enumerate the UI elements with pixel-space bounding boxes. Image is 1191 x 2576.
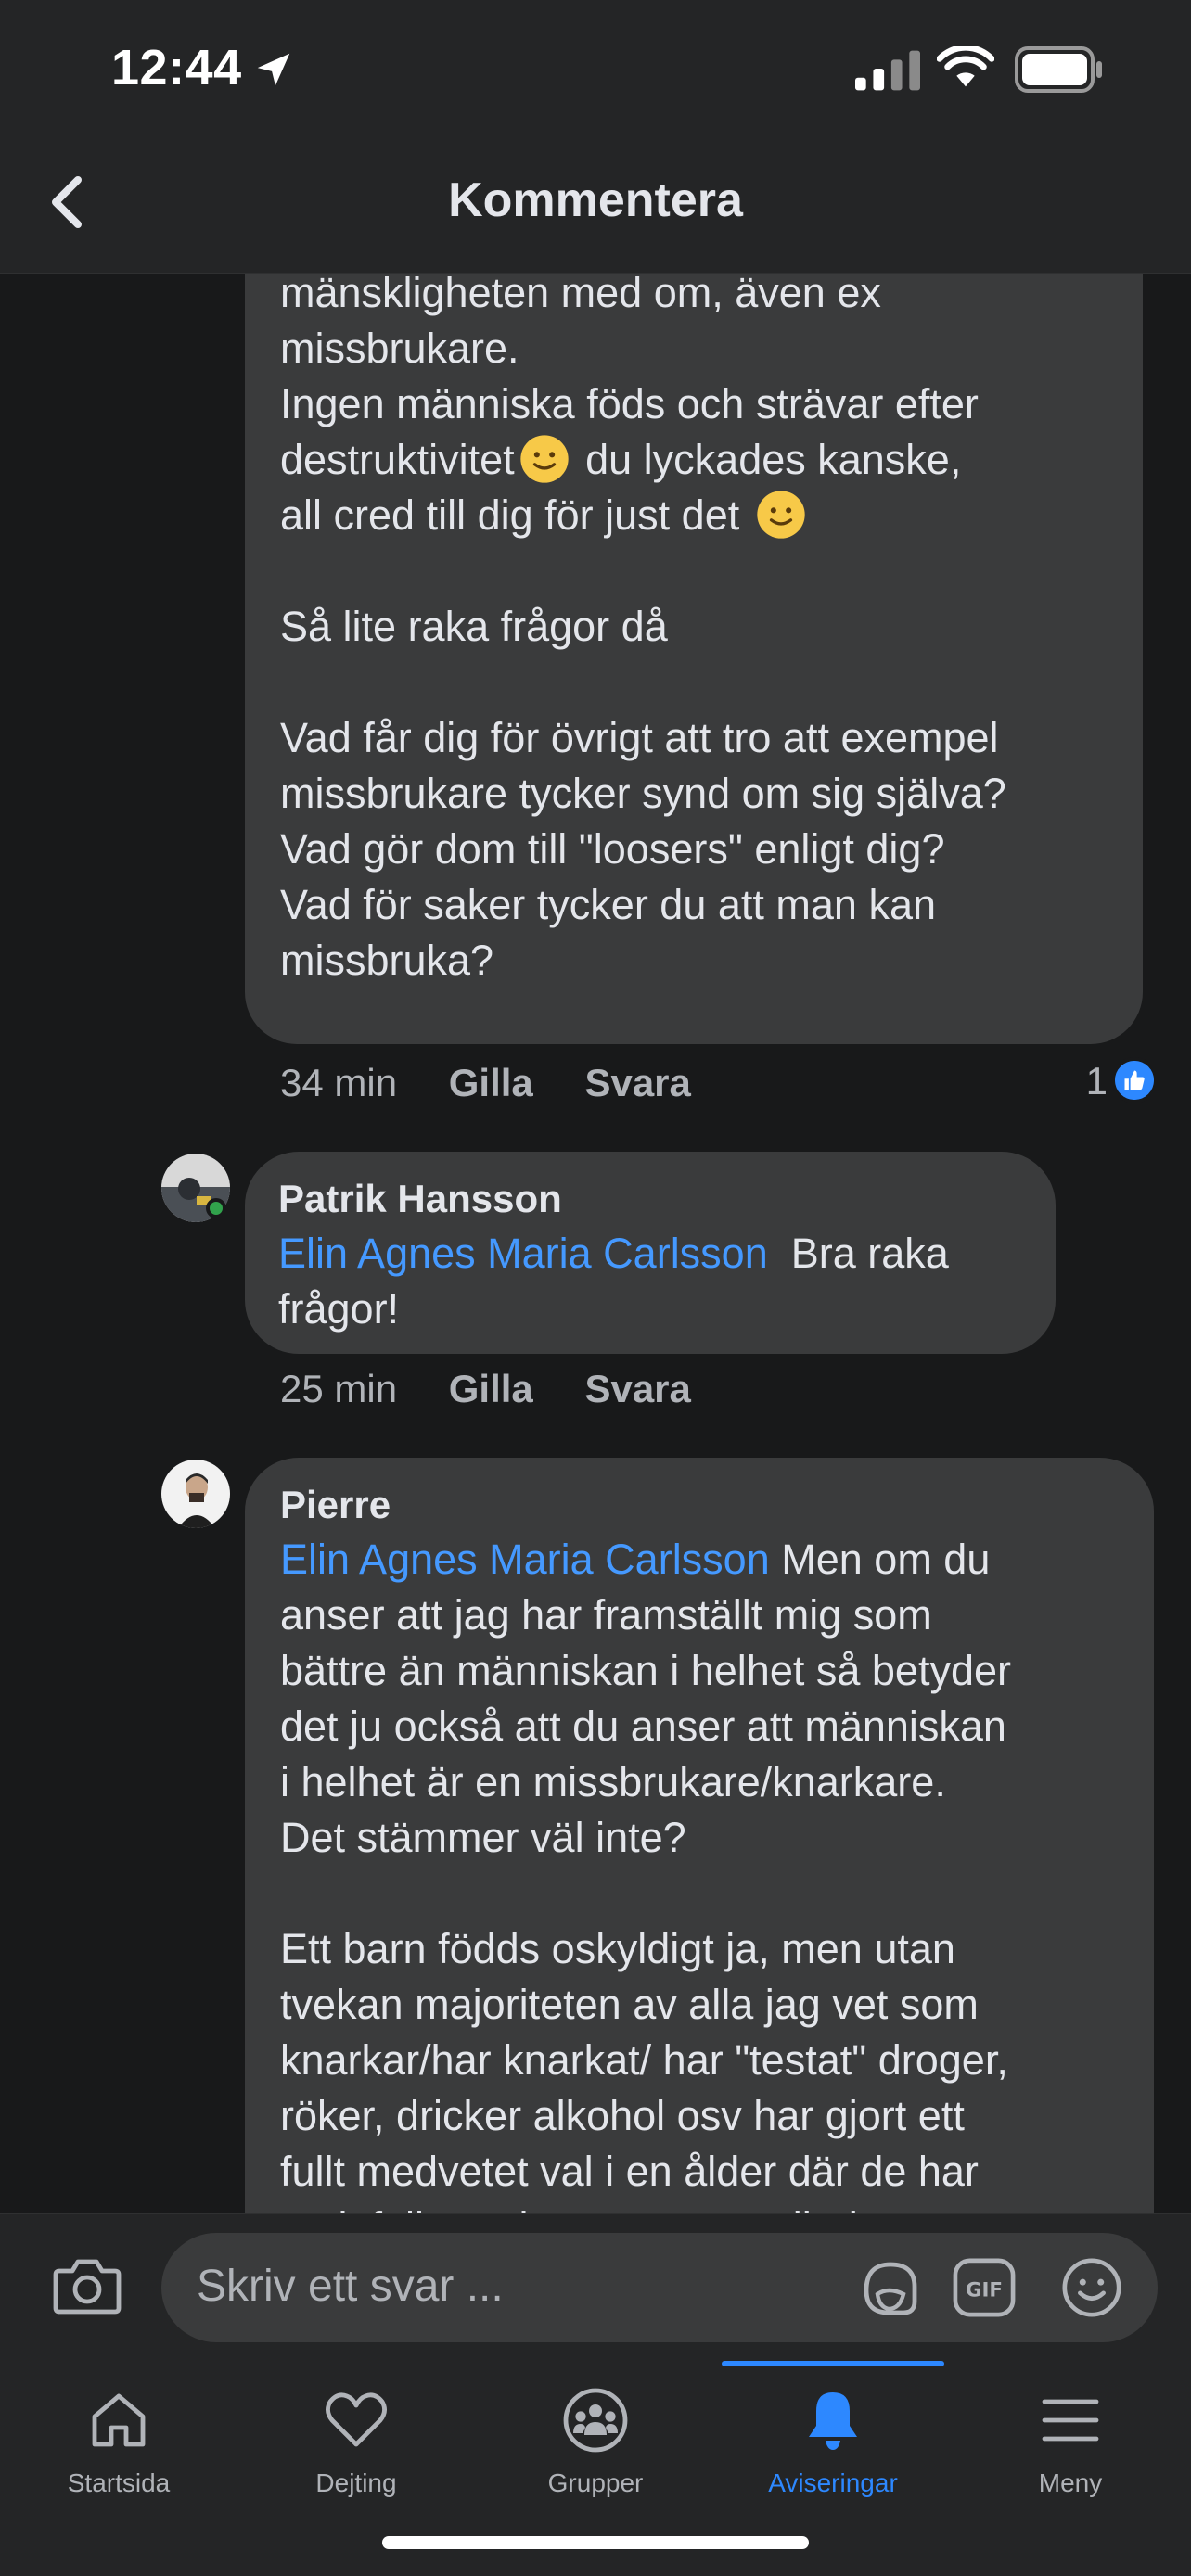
tab-label: Grupper bbox=[547, 2468, 644, 2497]
tab-startsida[interactable]: Startsida bbox=[0, 2361, 237, 2519]
tab-aviseringar[interactable]: Aviseringar bbox=[714, 2361, 952, 2519]
like-button[interactable]: Gilla bbox=[449, 1061, 533, 1104]
tab-label: Startsida bbox=[67, 2468, 171, 2497]
cellular-signal-icon bbox=[855, 50, 920, 91]
tab-dejting[interactable]: Dejting bbox=[237, 2361, 475, 2519]
status-time: 12:44 bbox=[111, 40, 242, 96]
comment-bubble: Patrik Hansson Elin Agnes Maria Carlsson… bbox=[245, 1152, 1056, 1354]
svg-text:GIF: GIF bbox=[966, 2279, 1003, 2302]
reply-composer: Skriv ett svar ... GIF bbox=[0, 2213, 1191, 2361]
location-arrow-icon bbox=[257, 53, 290, 86]
tab-label: Aviseringar bbox=[768, 2468, 898, 2497]
smiley-emoji-icon bbox=[757, 491, 805, 539]
status-bar: 12:44 bbox=[0, 0, 1191, 139]
comment-text: Men om du anser att jag har framställt m… bbox=[280, 1536, 1011, 2213]
page-title: Kommentera bbox=[448, 173, 743, 227]
thumbs-up-icon bbox=[1111, 1057, 1158, 1103]
like-button[interactable]: Gilla bbox=[449, 1367, 533, 1410]
smiley-emoji-icon bbox=[519, 435, 569, 483]
emoji-picker-icon[interactable] bbox=[1059, 2255, 1124, 2320]
tab-meny[interactable]: Meny bbox=[952, 2361, 1189, 2519]
comment-screen: 12:44 Kommentera mänskligheten med om, ä… bbox=[0, 0, 1191, 2576]
comment-author[interactable]: Patrik Hansson bbox=[278, 1172, 1022, 1226]
mention-link[interactable]: Elin Agnes Maria Carlsson bbox=[280, 1536, 770, 1583]
battery-icon bbox=[1015, 46, 1102, 93]
comment-text: mänskligheten med om, även ex missbrukar… bbox=[280, 274, 1006, 984]
camera-icon[interactable] bbox=[52, 2253, 122, 2318]
mention-link[interactable]: Elin Agnes Maria Carlsson bbox=[278, 1230, 768, 1277]
wifi-icon bbox=[937, 46, 994, 87]
reaction-count[interactable]: 1 bbox=[1086, 1059, 1108, 1103]
reply-input[interactable]: Skriv ett svar ... GIF bbox=[161, 2233, 1158, 2342]
home-icon bbox=[92, 2393, 146, 2447]
tab-grupper[interactable]: Grupper bbox=[477, 2361, 714, 2519]
tab-label: Meny bbox=[1038, 2468, 1103, 2497]
comment-time: 34 min bbox=[280, 1061, 398, 1104]
bell-icon bbox=[809, 2392, 857, 2450]
gif-icon[interactable]: GIF bbox=[952, 2257, 1017, 2318]
comment-bubble: Pierre Elin Agnes Maria Carlsson Men om … bbox=[245, 1458, 1154, 2213]
comment-author[interactable]: Pierre bbox=[280, 1478, 1119, 1532]
comment-thread[interactable]: mänskligheten med om, även ex missbrukar… bbox=[0, 274, 1191, 2213]
avatar[interactable] bbox=[161, 1460, 230, 1528]
heart-icon bbox=[326, 2392, 387, 2447]
online-status-indicator bbox=[206, 1198, 226, 1218]
home-indicator[interactable] bbox=[382, 2536, 809, 2549]
tab-label: Dejting bbox=[315, 2468, 397, 2497]
comment-time: 25 min bbox=[280, 1367, 398, 1410]
comment-meta: 25 min Gilla Svara bbox=[280, 1367, 732, 1411]
top-nav-bar: Kommentera bbox=[0, 139, 1191, 274]
sticker-icon[interactable] bbox=[855, 2253, 926, 2324]
avatar-photo bbox=[161, 1460, 230, 1528]
reply-button[interactable]: Svara bbox=[584, 1367, 690, 1410]
groups-icon bbox=[563, 2388, 628, 2453]
comment-meta: 34 min Gilla Svara bbox=[280, 1061, 732, 1105]
menu-icon bbox=[1042, 2399, 1099, 2442]
reply-button[interactable]: Svara bbox=[584, 1061, 690, 1104]
reply-input-placeholder: Skriv ett svar ... bbox=[197, 2262, 504, 2311]
comment-bubble: mänskligheten med om, även ex missbrukar… bbox=[245, 274, 1143, 1044]
